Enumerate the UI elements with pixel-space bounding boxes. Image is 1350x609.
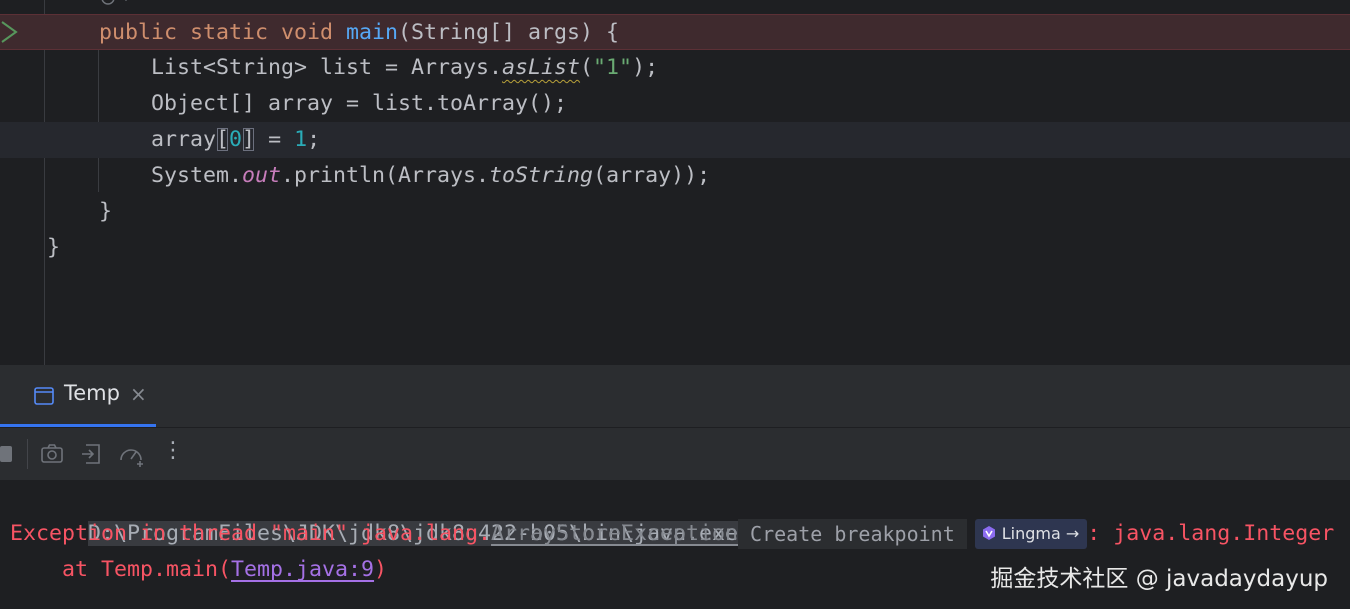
toolbar-separator — [27, 439, 29, 473]
code-token: ( — [580, 55, 594, 80]
code-token: (String[] args) { — [398, 20, 620, 45]
code-token: = — [255, 127, 295, 152]
run-toolbar: ⋮ — [0, 428, 1350, 480]
code-token: array — [151, 127, 217, 152]
restore-layout-icon[interactable] — [80, 442, 104, 470]
lingma-label: Lingma — [1001, 524, 1061, 543]
arrow-right-icon: → — [1065, 524, 1080, 543]
exception-text: Exception in thread "main" java.lang. — [10, 521, 492, 546]
string-literal-token: "1" — [593, 55, 633, 80]
code-line-close-class[interactable]: } — [0, 230, 1350, 266]
close-icon[interactable]: × — [130, 382, 147, 406]
code-line-main-signature[interactable]: public static void main(String[] args) { — [0, 14, 1350, 50]
bracket-token: ] — [242, 127, 256, 152]
keyword-token: public static void — [99, 20, 347, 45]
number-literal-token: 0 — [229, 127, 243, 152]
camera-icon[interactable] — [40, 443, 64, 469]
console-line-stacktrace: at Temp.main(Temp.java:9) — [10, 552, 387, 588]
code-editor[interactable]: public static void main(String[] args) {… — [0, 0, 1350, 365]
more-options-icon[interactable]: ⋮ — [162, 438, 184, 463]
code-text: public static void main(String[] args) { — [99, 15, 619, 51]
watermark: 掘金技术社区 @ javadaydayup — [990, 566, 1328, 592]
console-line-command: D:\ProgramFiles\JDK\jdk8\jdk8u422-b05\bi… — [10, 480, 793, 546]
code-text: } — [47, 235, 61, 260]
code-text: List<String> list = Arrays.asList("1"); — [151, 50, 658, 86]
code-line-array[interactable]: Object[] array = list.toArray(); — [0, 86, 1350, 122]
lingma-icon — [981, 521, 997, 551]
code-text: Object[] array = list.toArray(); — [151, 91, 568, 116]
code-text: } — [99, 199, 113, 224]
static-field-token: out — [242, 163, 282, 188]
code-token: System. — [151, 163, 243, 188]
tab-temp[interactable]: Temp × — [0, 365, 156, 427]
code-token: .println(Arrays. — [281, 163, 490, 188]
method-call-token: asList — [502, 55, 581, 80]
tab-label: Temp — [64, 381, 120, 405]
code-line-close-method[interactable]: } — [0, 194, 1350, 230]
bracket-token: [ — [216, 127, 230, 152]
method-name-token: main — [346, 20, 399, 45]
source-location-link[interactable]: Temp.java:9 — [231, 557, 374, 582]
code-line-assign[interactable]: array[0] = 1; — [0, 122, 1350, 158]
stack-suffix-text: ) — [374, 557, 388, 582]
lingma-button[interactable]: Lingma → — [974, 519, 1088, 551]
debug-bug-icon[interactable] — [100, 0, 134, 14]
stop-icon[interactable] — [0, 446, 14, 466]
code-token: (array)); — [593, 163, 711, 188]
create-breakpoint-button[interactable]: Create breakpoint — [738, 519, 967, 549]
number-literal-token: 1 — [294, 127, 308, 152]
code-token: ; — [307, 127, 321, 152]
code-line-println[interactable]: System.out.println(Arrays.toString(array… — [0, 158, 1350, 194]
stack-prefix-text: at Temp.main( — [10, 557, 232, 582]
method-call-token: toString — [489, 163, 594, 188]
code-line-list[interactable]: List<String> list = Arrays.asList("1"); — [0, 50, 1350, 86]
console-icon — [34, 387, 54, 409]
tool-window-header: Temp × — [0, 365, 1350, 427]
run-gutter-icon[interactable] — [0, 19, 20, 49]
code-token: ); — [632, 55, 659, 80]
console-line-exception: Exception in thread "main" java.lang.Arr… — [10, 516, 1334, 552]
code-token: List<String> list = Arrays. — [151, 55, 503, 80]
exception-class-link[interactable]: ArrayStoreException — [491, 521, 738, 546]
gauge-icon[interactable] — [118, 442, 146, 472]
code-text: array[0] = 1; — [151, 122, 320, 158]
exception-suffix-text: : java.lang.Integer — [1087, 521, 1335, 546]
code-text: System.out.println(Arrays.toString(array… — [151, 158, 710, 194]
